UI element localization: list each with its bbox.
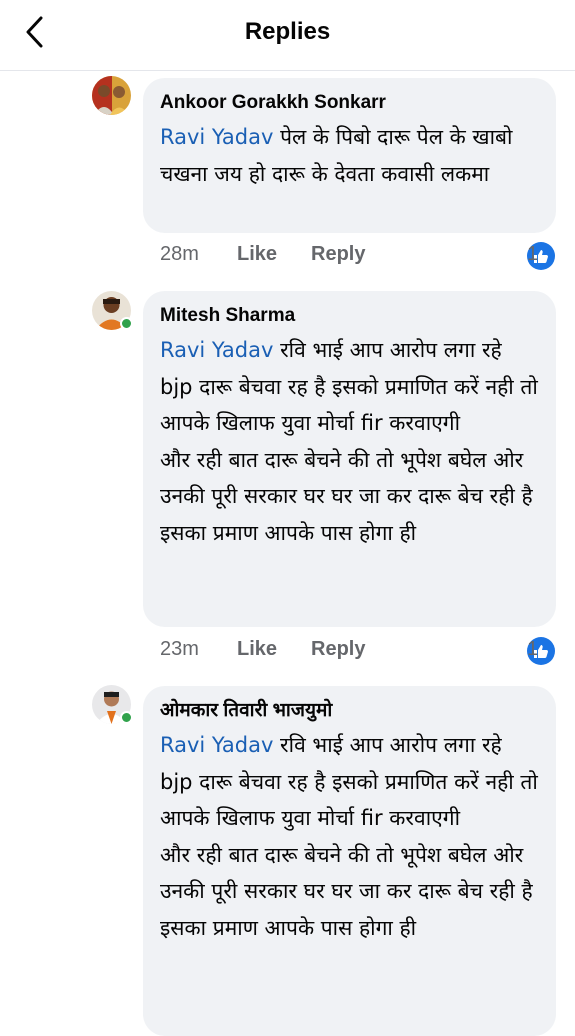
comment-paragraph: और रही बात दारू बेचने की तो भूपेश बघेल ओ… [160,447,533,509]
header-bar: Replies [0,0,575,71]
reaction-summary[interactable]: 1 [527,241,555,271]
comment-actions: 28m Like Reply 1 [160,241,555,271]
comment-time: 28m [160,243,199,265]
online-status-dot [120,317,133,330]
like-button[interactable]: Like [237,243,277,266]
comment-paragraph: इसका प्रमाण आपके पास होगा ही [160,520,417,545]
reaction-count: 1 [527,638,539,660]
comment-author[interactable]: Mitesh Sharma [160,304,540,328]
comment-author[interactable]: ओमकार तिवारी भाजयुमो [160,699,540,723]
comment-bubble: Mitesh Sharma Ravi Yadav रवि भाई आप आरोप… [143,291,556,627]
comment-bubble: Ankoor Gorakkh Sonkarr Ravi Yadav पेल के… [143,78,556,233]
avatar[interactable] [92,76,131,115]
mention-link[interactable]: Ravi Yadav [160,733,273,757]
reply-button[interactable]: Reply [311,638,365,661]
reaction-summary[interactable]: 1 [527,636,555,666]
page-title: Replies [244,18,331,45]
comment-text: Ravi Yadav रवि भाई आप आरोप लगा रहे bjp द… [160,727,540,946]
comment-actions: 23m Like Reply 1 [160,636,555,666]
comment-paragraph: इसका प्रमाण आपके पास होगा ही [160,915,417,940]
comment-time: 23m [160,638,199,660]
avatar[interactable] [92,685,133,724]
comment-bubble: ओमकार तिवारी भाजयुमो Ravi Yadav रवि भाई … [143,686,556,1036]
online-status-dot [120,711,133,724]
like-button[interactable]: Like [237,638,277,661]
comment-text: Ravi Yadav रवि भाई आप आरोप लगा रहे bjp द… [160,332,540,551]
mention-link[interactable]: Ravi Yadav [160,338,273,362]
reply-button[interactable]: Reply [311,243,365,266]
comment-text: Ravi Yadav पेल के पिबो दारू पेल के खाबो … [160,119,540,192]
comment-author[interactable]: Ankoor Gorakkh Sonkarr [160,91,540,115]
mention-link[interactable]: Ravi Yadav [160,125,273,149]
reaction-count: 1 [527,243,539,265]
comment-paragraph: और रही बात दारू बेचने की तो भूपेश बघेल ओ… [160,842,533,904]
avatar[interactable] [92,291,133,330]
